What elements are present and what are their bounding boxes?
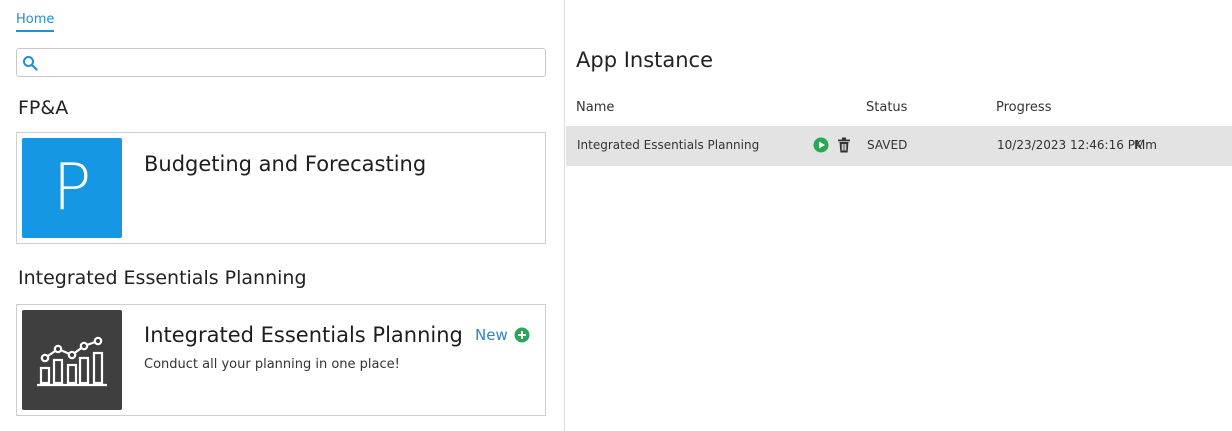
- section-title-iep: Integrated Essentials Planning: [18, 267, 307, 289]
- plus-circle-icon: [514, 327, 530, 343]
- app-tile-chart: [22, 310, 122, 410]
- instance-name: Integrated Essentials Planning: [577, 138, 760, 152]
- bar-line-chart-icon: [37, 336, 107, 387]
- instance-status: SAVED: [867, 138, 908, 152]
- new-label: New: [475, 326, 508, 344]
- play-circle-icon[interactable]: [813, 137, 829, 153]
- app-instance-title: App Instance: [576, 48, 714, 72]
- app-card-title: Budgeting and Forecasting: [144, 152, 427, 176]
- left-pane: Home FP&A P Budgeting and Forecasting In…: [0, 0, 565, 431]
- column-header-name: Name: [576, 100, 615, 115]
- app-card-description: Conduct all your planning in one place!: [144, 357, 400, 372]
- column-header-progress: Progress: [996, 100, 1052, 115]
- trash-icon[interactable]: [837, 137, 851, 153]
- app-card-title: Integrated Essentials Planning: [144, 323, 463, 347]
- instance-progress: 10/23/2023 12:46:16 PM: [997, 138, 1146, 152]
- app-card-budgeting[interactable]: P Budgeting and Forecasting: [16, 132, 546, 244]
- section-title-fpa: FP&A: [18, 97, 69, 119]
- search-box[interactable]: [16, 48, 546, 77]
- breadcrumb-home[interactable]: Home: [16, 12, 55, 32]
- instance-user: Kim: [1134, 138, 1157, 152]
- search-input[interactable]: [43, 51, 542, 76]
- right-pane: App Instance Name Status Progress Integr…: [566, 0, 1232, 431]
- search-icon: [23, 56, 38, 71]
- column-header-status: Status: [866, 100, 908, 115]
- app-card-integrated[interactable]: Integrated Essentials Planning Conduct a…: [16, 304, 546, 416]
- new-instance-button[interactable]: New: [475, 326, 530, 344]
- table-row[interactable]: Integrated Essentials Planning SAVED 10/…: [566, 126, 1232, 166]
- app-tile-p: P: [22, 138, 122, 238]
